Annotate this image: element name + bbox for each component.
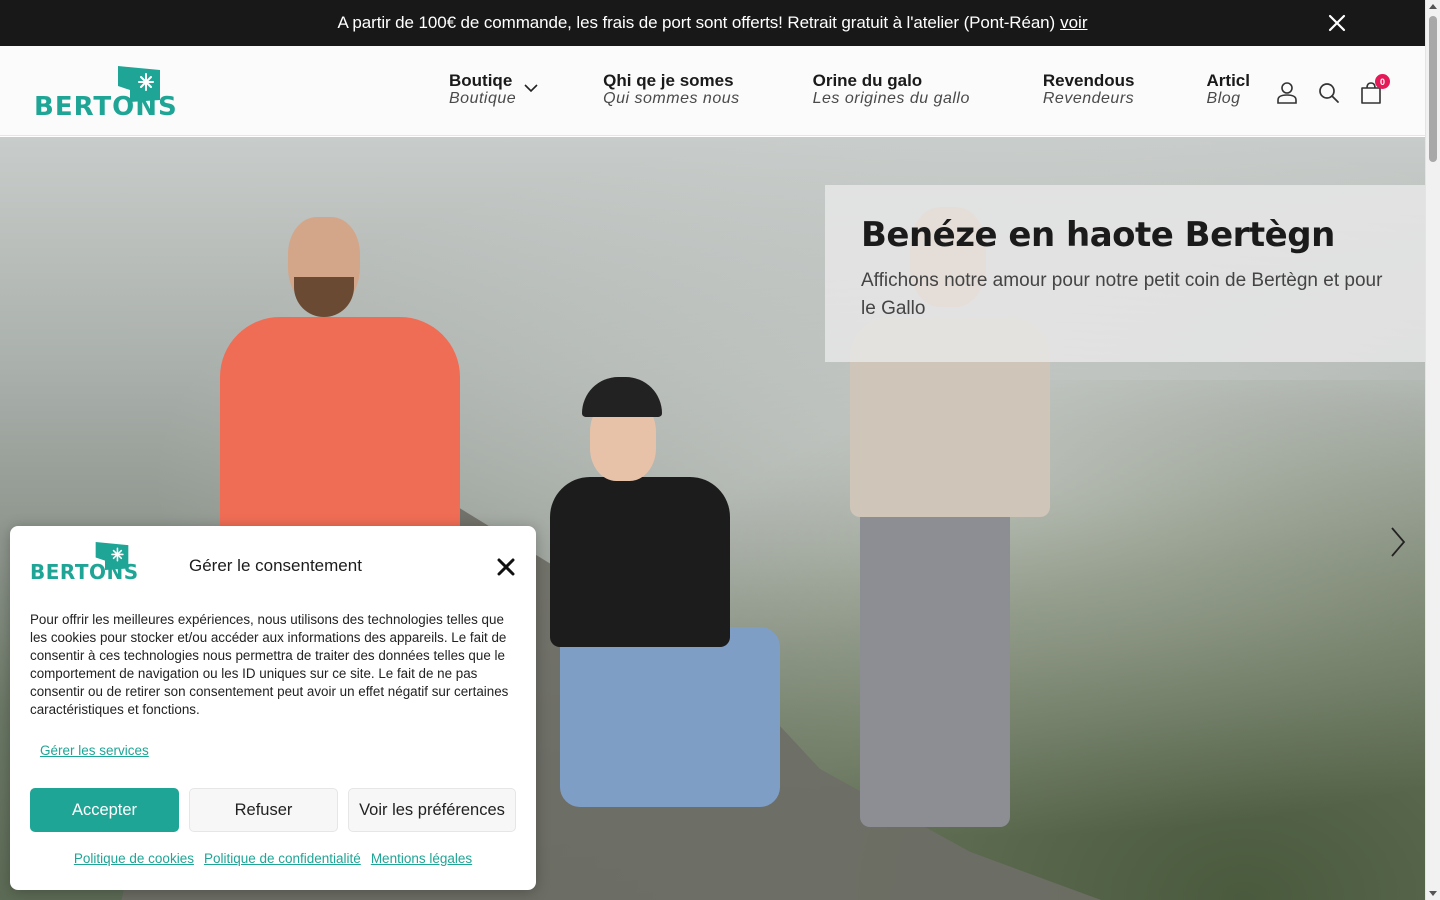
cookie-logo: BERTONS — [30, 542, 138, 584]
close-icon[interactable] — [1327, 13, 1347, 33]
nav-item-sublabel: Les origines du gallo — [812, 90, 970, 107]
nav-item-label: Orine du galo — [812, 71, 923, 90]
user-icon[interactable] — [1274, 80, 1300, 106]
person-body — [550, 477, 730, 647]
scroll-up-arrow-icon[interactable] — [1429, 4, 1437, 9]
nav-item-label: Articl — [1206, 71, 1250, 90]
cookie-policy-links: Politique de cookies Politique de confid… — [10, 851, 536, 866]
logo-wordmark: BERTONS — [34, 92, 178, 122]
nav-item-sublabel: Boutique — [449, 90, 517, 107]
site-logo[interactable]: BERTONS — [34, 66, 177, 122]
scrollbar-thumb[interactable] — [1429, 16, 1437, 162]
person-jeans — [560, 627, 780, 807]
legal-notice-link[interactable]: Mentions légales — [371, 851, 472, 866]
manage-services-link[interactable]: Gérer les services — [40, 743, 149, 758]
nav-item-sublabel: Qui sommes nous — [603, 90, 740, 107]
page-scrollbar[interactable] — [1425, 0, 1440, 900]
nav-item-sublabel: Blog — [1206, 90, 1241, 107]
chevron-right-icon[interactable] — [1388, 525, 1408, 559]
announcement-link[interactable]: voir — [1060, 13, 1087, 33]
person-cap — [582, 377, 662, 417]
nav-item-boutique[interactable]: Boutiqe Boutique — [449, 71, 538, 108]
cart-count-badge: 0 — [1375, 74, 1390, 89]
cookie-description: Pour offrir les meilleures expériences, … — [30, 612, 509, 717]
preferences-button[interactable]: Voir les préférences — [348, 788, 516, 832]
logo-wordmark: BERTONS — [30, 560, 139, 584]
cookie-policy-link[interactable]: Politique de cookies — [74, 851, 194, 866]
announcement-text: A partir de 100€ de commande, les frais … — [337, 13, 1056, 32]
accept-button[interactable]: Accepter — [30, 788, 179, 832]
close-icon[interactable] — [497, 558, 515, 576]
search-icon[interactable] — [1316, 80, 1342, 106]
hero-subtitle: Affichons notre amour pour notre petit c… — [861, 270, 1383, 319]
main-nav: Boutiqe Boutique Qhi qe je somes Qui som… — [449, 72, 1323, 108]
nav-item-qui-sommes-nous[interactable]: Qhi qe je somes Qui sommes nous — [603, 72, 739, 108]
refuse-button[interactable]: Refuser — [189, 788, 338, 832]
nav-item-sublabel: Revendeurs — [1042, 90, 1135, 107]
nav-item-label: Revendous — [1042, 71, 1135, 90]
privacy-policy-link[interactable]: Politique de confidentialité — [204, 851, 361, 866]
person-beard — [294, 277, 354, 317]
nav-item-label: Boutiqe — [449, 71, 513, 90]
scroll-down-arrow-icon[interactable] — [1429, 891, 1437, 896]
nav-item-revendeurs[interactable]: Revendous Revendeurs — [1043, 72, 1135, 108]
chevron-down-icon[interactable] — [524, 84, 538, 93]
hero-title: Benéze en haote Bertègn — [861, 215, 1335, 255]
nav-item-label: Qhi qe je somes — [603, 71, 734, 90]
nav-item-origines[interactable]: Orine du galo Les origines du gallo — [813, 72, 970, 108]
cookie-title: Gérer le consentement — [189, 556, 362, 575]
cookie-consent-modal: BERTONS Gérer le consentement Pour offri… — [10, 526, 536, 890]
nav-item-blog[interactable]: Articl Blog — [1207, 72, 1250, 108]
header-icons: 0 — [1274, 74, 1400, 106]
hero-person-black-sweater — [540, 377, 800, 837]
cart-button[interactable]: 0 — [1358, 74, 1390, 106]
hero-caption: Benéze en haote Bertègn Affichons notre … — [825, 185, 1425, 362]
person-pants — [860, 507, 1010, 827]
site-header: BERTONS Boutiqe Boutique Qhi qe je somes… — [0, 46, 1425, 136]
announcement-bar: A partir de 100€ de commande, les frais … — [0, 0, 1425, 46]
